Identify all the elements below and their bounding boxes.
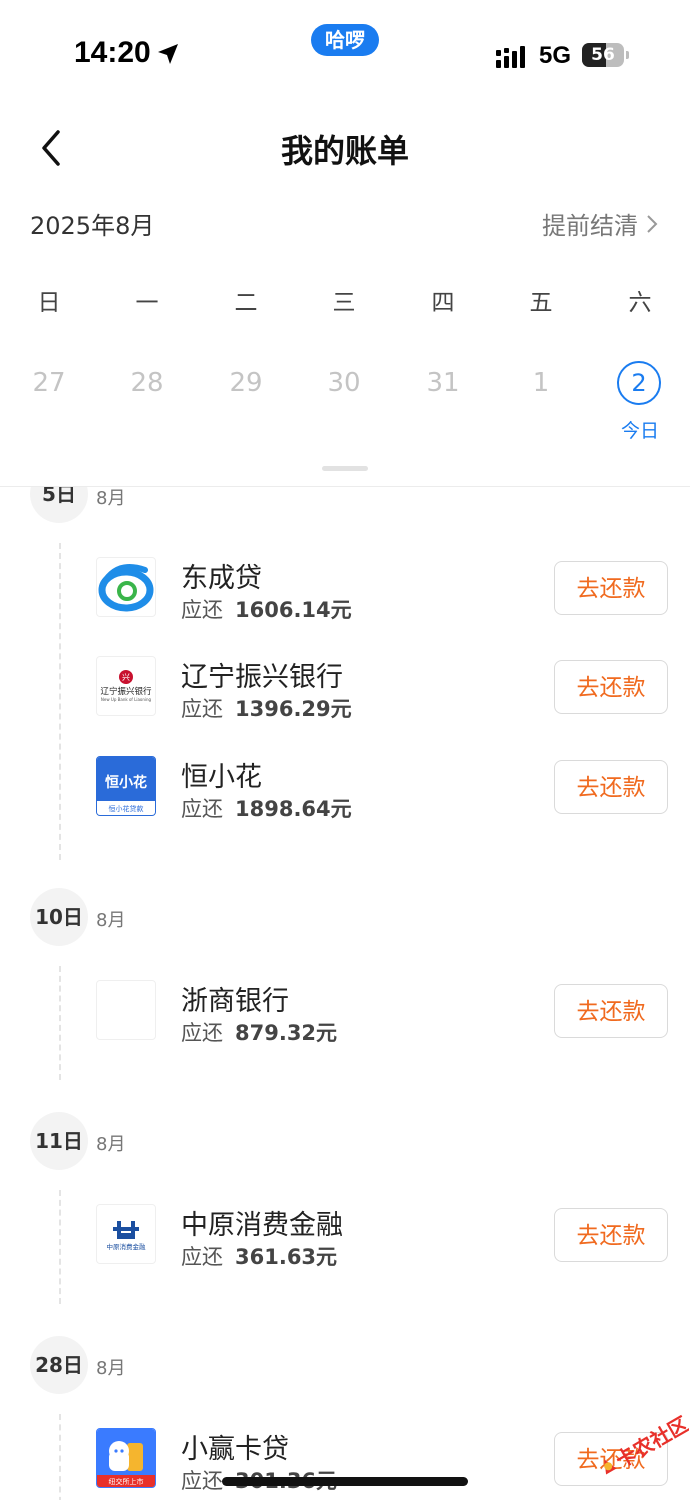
bill-name: 小赢卡贷 [181,1434,289,1465]
weekday-label: 一 [135,290,159,316]
bill-name: 恒小花 [181,762,262,793]
calendar-day[interactable]: 31 [413,368,473,398]
settle-early-link[interactable]: 提前结清 [542,206,658,241]
svg-text:恒小花: 恒小花 [105,774,147,791]
battery-level: 56 [591,45,615,65]
drawer-handle[interactable] [322,466,368,471]
bill-list[interactable]: 5日 8月 东成贷 应还 1606.14元 去还款 兴 辽宁振兴银行 New Up… [0,487,690,1500]
watermark-logo: 卡农社区 [604,1412,689,1475]
app-pill[interactable]: 哈啰 [311,24,379,56]
bill-name: 浙商银行 [181,986,289,1017]
repay-button[interactable]: 去还款 [554,1208,668,1262]
timeline [59,1414,61,1500]
calendar-day[interactable]: 27 [19,368,79,398]
svg-text:New Up Bank of Liaoning: New Up Bank of Liaoning [101,697,152,702]
calendar-day[interactable]: 1 [511,368,571,398]
bill-due: 应还 361.63元 [181,1245,338,1269]
bill-amount: 879.32元 [235,1021,338,1045]
group-day: 5日 [30,487,88,523]
bill-due: 应还 879.32元 [181,1021,338,1045]
weekday-label: 四 [431,290,455,316]
signal-icon [496,46,525,68]
group-day: 28日 [30,1336,88,1394]
bill-amount: 361.63元 [235,1245,338,1269]
group-day: 11日 [30,1112,88,1170]
status-bar: 14:20 哈啰 5G 56 [0,0,690,100]
calendar-day[interactable]: 29 [216,368,276,398]
timeline [59,543,61,860]
bill-due: 应还 1898.64元 [181,797,352,821]
xiaoying-logo: 纽交所上市 [96,1428,156,1488]
home-indicator[interactable] [222,1477,468,1486]
bill-amount: 1606.14元 [235,598,352,622]
weekday-label: 三 [332,290,356,316]
svg-text:卡农社区: 卡农社区 [611,1412,689,1473]
group-month: 8月 [96,1134,126,1155]
zheshang-logo [96,980,156,1040]
bill-name: 辽宁振兴银行 [181,662,343,693]
svg-text:恒小花贷款: 恒小花贷款 [109,804,144,813]
weekday-label: 六 [628,290,652,316]
chevron-right-icon [647,214,658,233]
bill-amount: 1396.29元 [235,697,352,721]
calendar-week-row: 27 28 29 30 31 1 [0,364,690,404]
bill-due: 应还 1396.29元 [181,697,352,721]
repay-button[interactable]: 去还款 [554,760,668,814]
network-label: 5G [539,42,572,69]
bill-amount: 1898.64元 [235,797,352,821]
settle-early-label: 提前结清 [542,212,638,240]
status-time: 14:20 [74,36,151,69]
weekday-label: 二 [234,290,258,316]
dongcheng-logo [96,557,156,617]
battery-icon: 56 [582,43,630,67]
svg-text:兴: 兴 [122,673,130,682]
page-title: 我的账单 [280,132,409,170]
repay-button[interactable]: 去还款 [554,984,668,1038]
svg-text:纽交所上市: 纽交所上市 [109,1477,144,1486]
bill-due: 应还 1606.14元 [181,598,352,622]
timeline [59,1190,61,1304]
location-arrow-icon [158,44,178,64]
calendar-day[interactable]: 28 [117,368,177,398]
liaoning-zhenxing-logo: 兴 辽宁振兴银行 New Up Bank of Liaoning [96,656,156,716]
repay-button[interactable]: 去还款 [554,561,668,615]
zhongyuan-logo: 中原消费金融 [96,1204,156,1264]
bill-name: 东成贷 [181,563,262,594]
svg-text:辽宁振兴银行: 辽宁振兴银行 [100,686,152,697]
calendar-day[interactable]: 30 [314,368,374,398]
group-month: 8月 [96,910,126,931]
group-month: 8月 [96,1358,126,1379]
hengxiaohua-logo: 恒小花 恒小花贷款 [96,756,156,816]
weekday-label: 日 [37,290,61,316]
bill-name: 中原消费金融 [181,1210,343,1241]
calendar-month: 2025年8月 [30,212,155,240]
today-label: 今日 [620,420,659,442]
group-day: 10日 [30,888,88,946]
group-month: 8月 [96,488,126,509]
repay-button[interactable]: 去还款 [554,660,668,714]
calendar-weekdays: 日 一 二 三 四 五 六 [0,283,690,316]
weekday-label: 五 [529,290,553,316]
calendar-today[interactable]: 2 [617,361,661,405]
timeline [59,966,61,1080]
svg-text:中原消费金融: 中原消费金融 [107,1242,147,1251]
